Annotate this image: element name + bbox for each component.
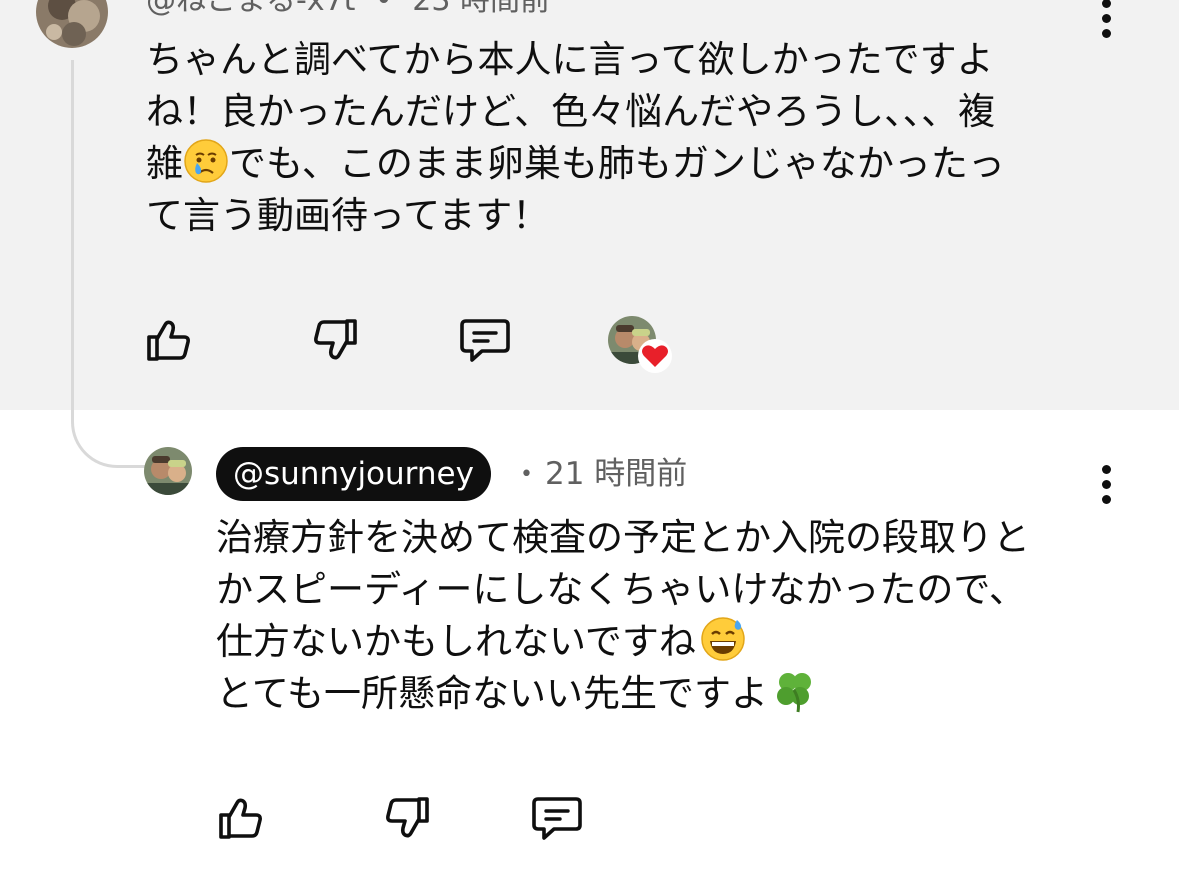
parent-author-handle[interactable]: @ねこまる-x7t <box>146 0 355 18</box>
parent-more-menu-icon[interactable] <box>1096 0 1116 38</box>
comment-line: 仕方ないかもしれないですね <box>216 616 1030 668</box>
meta-separator: • <box>520 462 533 487</box>
parent-comment-meta: @ねこまる-x7t • 23 時間前 <box>146 0 550 16</box>
reply-more-menu-icon[interactable] <box>1096 465 1116 504</box>
reply-like-button[interactable] <box>212 790 268 846</box>
reply-comment-meta: • 21 時間前 <box>520 455 687 494</box>
parent-reply-button[interactable] <box>457 312 513 368</box>
reply-comment-icon <box>460 319 510 362</box>
creator-heart-badge <box>638 339 672 373</box>
reply-comment-text: 治療方針を決めて検査の予定とか入院の段取りと かスピーディーにしなくちゃいけなか… <box>216 512 1030 720</box>
thumbs-up-icon <box>219 798 262 839</box>
parent-like-button[interactable] <box>140 312 196 368</box>
comment-line: とても一所懸命ないい先生ですよ <box>216 668 1030 720</box>
comment-line: ちゃんと調べてから本人に言って欲しかったですよ <box>146 38 994 81</box>
crying-face-emoji-icon <box>184 139 228 183</box>
comment-line-fragment: 雑 <box>146 142 183 185</box>
reply-timestamp[interactable]: 21 時間前 <box>545 456 687 492</box>
thumbs-down-icon <box>386 797 429 838</box>
reply-reply-button[interactable] <box>529 790 585 846</box>
comment-line-fragment: 仕方ないかもしれないですね <box>216 620 696 663</box>
grinning-sweat-face-emoji-icon <box>701 617 745 661</box>
comment-line: 治療方針を決めて検査の予定とか入院の段取りと <box>216 516 1030 559</box>
parent-dislike-button[interactable] <box>308 312 364 368</box>
reply-dislike-button[interactable] <box>380 790 436 846</box>
reply-author-handle[interactable]: @sunnyjourney <box>216 447 491 501</box>
comment-line: 雑 でも、このまま卵巣も肺もガンじゃなかったっ <box>146 138 1005 190</box>
comment-line: かスピーディーにしなくちゃいけなかったので、 <box>216 568 1026 611</box>
meta-separator: • <box>374 0 393 18</box>
reply-comment-avatar[interactable] <box>144 447 192 495</box>
reply-comment-icon <box>532 797 582 840</box>
comment-line-fragment: とても一所懸命ないい先生ですよ <box>216 672 769 715</box>
comment-line-fragment: でも、このまま卵巣も肺もガンじゃなかったっ <box>229 142 1005 185</box>
thumbs-down-icon <box>314 319 357 360</box>
heart-icon <box>642 345 668 367</box>
four-leaf-clover-emoji-icon <box>777 673 812 713</box>
thumbs-up-icon <box>147 320 190 361</box>
thread-connector-line <box>71 60 145 468</box>
comment-line: ね！良かったんだけど、色々悩んだやろうし、、、複 <box>146 90 996 133</box>
comment-line: て言う動画待ってます！ <box>146 194 550 237</box>
parent-comment-text: ちゃんと調べてから本人に言って欲しかったですよ ね！良かったんだけど、色々悩んだ… <box>146 34 1005 242</box>
parent-timestamp[interactable]: 23 時間前 <box>412 0 550 18</box>
